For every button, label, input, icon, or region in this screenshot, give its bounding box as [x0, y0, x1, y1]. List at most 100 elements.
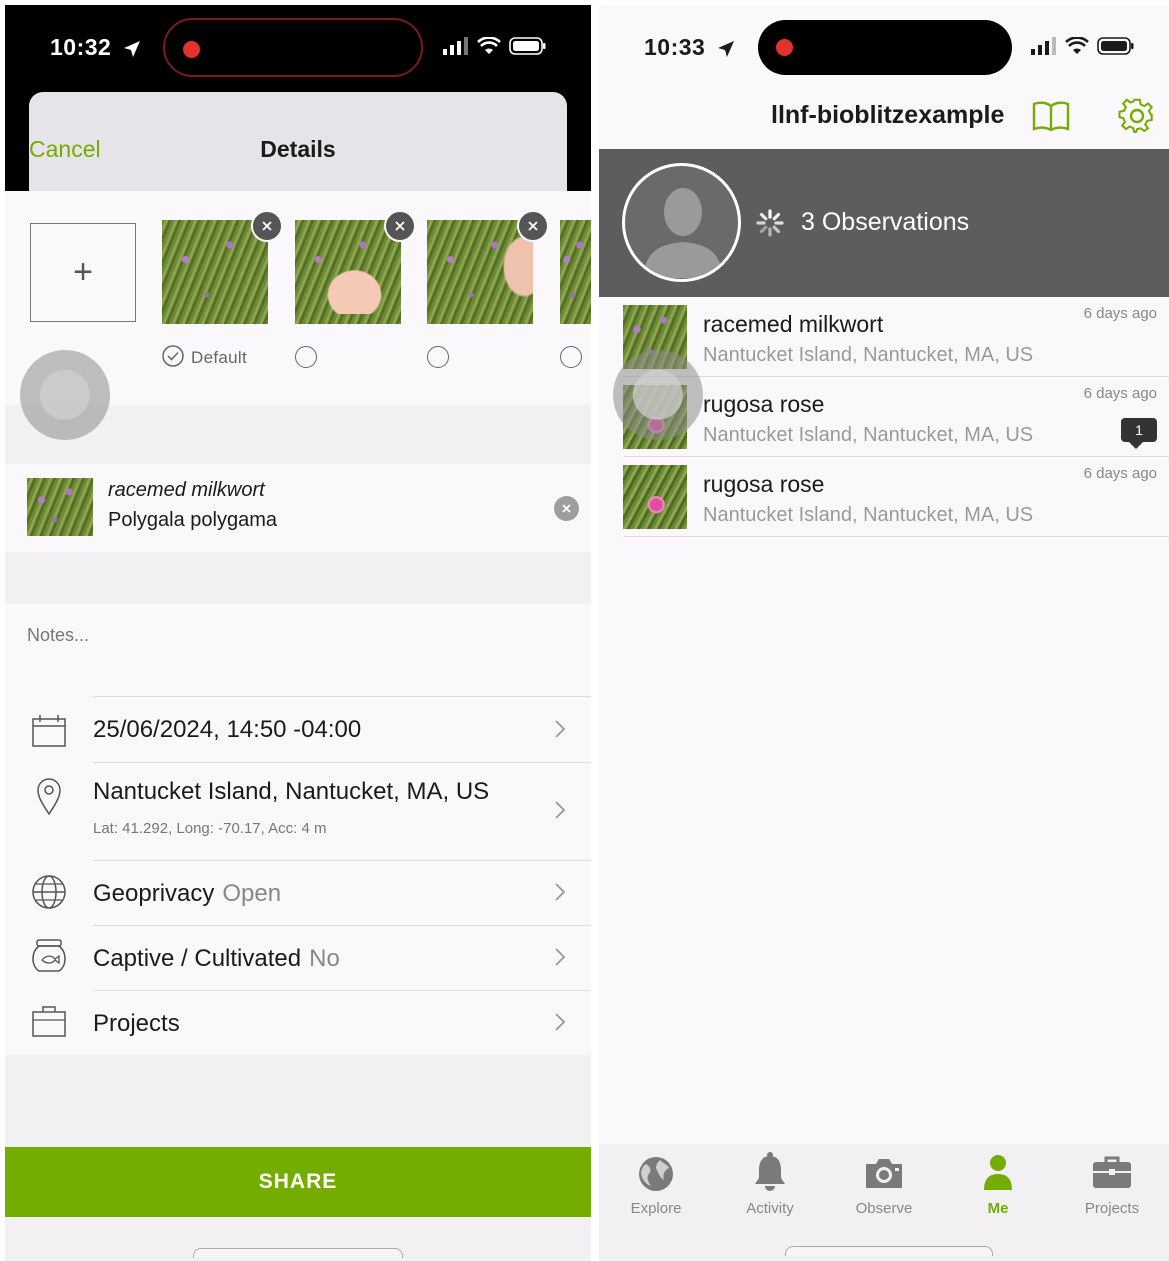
battery-icon: [1097, 37, 1134, 55]
calendar-icon: [32, 715, 66, 747]
tab-activity[interactable]: Activity: [713, 1150, 827, 1217]
camera-icon: [866, 1159, 902, 1188]
section-gap: [5, 552, 591, 604]
remove-photo-button[interactable]: [251, 210, 283, 242]
chevron-right-icon: [555, 801, 566, 819]
battery-icon: [509, 37, 546, 55]
system-icons: [1031, 37, 1135, 55]
photo-thumbnail[interactable]: [295, 220, 401, 324]
checkmark-circle-icon[interactable]: [162, 345, 184, 367]
chevron-right-icon: [555, 720, 566, 738]
taxon-common-name: racemed milkwort: [108, 479, 265, 501]
default-radio-button[interactable]: [560, 346, 582, 368]
signal-icon: [1031, 37, 1056, 55]
observation-time: 6 days ago: [1083, 305, 1157, 322]
fishbowl-icon: [32, 939, 66, 972]
geoprivacy-label-text: Geoprivacy: [93, 880, 215, 907]
dynamic-island: [758, 20, 1012, 75]
location-arrow-icon: [124, 40, 141, 57]
tab-label: Activity: [746, 1200, 794, 1217]
date-value: 25/06/2024, 14:50 -04:00: [93, 716, 362, 743]
default-photo-label: Default: [191, 348, 247, 367]
system-icons: [443, 37, 547, 55]
observation-count: 3 Observations: [801, 208, 970, 236]
observation-time: 6 days ago: [1083, 465, 1157, 482]
photo-thumbnail[interactable]: [427, 220, 533, 324]
person-silhouette-icon: [643, 188, 723, 278]
projects-row[interactable]: Projects: [5, 990, 591, 1055]
observation-name: rugosa rose: [703, 471, 825, 497]
observation-name: rugosa rose: [703, 391, 825, 417]
clear-taxon-button[interactable]: [554, 496, 579, 521]
person-icon: [984, 1155, 1012, 1190]
geoprivacy-row[interactable]: Geoprivacy Open: [5, 860, 591, 925]
photo-thumbnail[interactable]: [162, 220, 268, 324]
touch-indicator: [20, 350, 110, 440]
username-title: llnf-bioblitzexample: [771, 101, 1005, 129]
divider: [93, 762, 591, 763]
date-row[interactable]: 25/06/2024, 14:50 -04:00: [5, 696, 591, 762]
tab-observe[interactable]: Observe: [827, 1150, 941, 1217]
tab-explore[interactable]: Explore: [599, 1150, 713, 1217]
close-icon: [262, 221, 272, 231]
observation-row[interactable]: rugosa rose Nantucket Island, Nantucket,…: [599, 457, 1169, 537]
tab-label: Explore: [630, 1200, 682, 1217]
divider: [93, 990, 591, 991]
observation-time: 6 days ago: [1083, 385, 1157, 402]
divider: [93, 696, 591, 697]
wifi-icon: [1065, 37, 1089, 54]
default-radio-button[interactable]: [427, 346, 449, 368]
captive-label: Captive / Cultivated No: [93, 945, 340, 973]
tab-bar: Explore Activity Observe Me Projects: [599, 1144, 1169, 1261]
gear-icon[interactable]: [1118, 97, 1156, 135]
briefcase-icon: [1093, 1156, 1131, 1188]
default-radio-button[interactable]: [295, 346, 317, 368]
signal-icon: [443, 37, 468, 55]
divider: [93, 925, 591, 926]
taxon-thumbnail: [27, 478, 93, 536]
plus-icon: +: [73, 253, 93, 291]
observation-place: Nantucket Island, Nantucket, MA, US: [703, 504, 1034, 526]
home-indicator: [785, 1246, 993, 1256]
me-screen: 10:33 llnf-bioblitzexample 3 Observation…: [599, 5, 1169, 1261]
remove-photo-button[interactable]: [517, 210, 549, 242]
tab-me[interactable]: Me: [941, 1150, 1055, 1217]
tab-projects[interactable]: Projects: [1055, 1150, 1169, 1217]
home-indicator: [193, 1248, 403, 1258]
taxon-row[interactable]: racemed milkwort Polygala polygama: [5, 464, 591, 552]
sheet-header: Details Cancel: [29, 92, 567, 192]
avatar[interactable]: [622, 163, 741, 282]
hand-shape: [322, 265, 387, 314]
globe-icon: [32, 875, 66, 909]
close-icon: [528, 221, 538, 231]
location-name: Nantucket Island, Nantucket, MA, US: [93, 778, 490, 805]
status-bar: 10:32 Details Cancel: [5, 5, 591, 192]
tab-label: Me: [987, 1200, 1009, 1217]
notes-input[interactable]: Notes...: [27, 625, 89, 646]
book-icon[interactable]: [1032, 100, 1070, 132]
tab-label: Projects: [1084, 1200, 1140, 1217]
geoprivacy-value: Open: [222, 880, 282, 907]
photo-image: [560, 220, 591, 324]
remove-photo-button[interactable]: [384, 210, 416, 242]
observation-details-screen: 10:32 Details Cancel + Default racemed m…: [5, 5, 591, 1261]
tab-label: Observe: [855, 1200, 913, 1217]
recording-indicator: [776, 39, 793, 56]
location-row[interactable]: Nantucket Island, Nantucket, MA, US Lat:…: [5, 762, 591, 860]
observation-thumbnail: [623, 465, 687, 529]
share-button[interactable]: SHARE: [5, 1147, 591, 1217]
captive-row[interactable]: Captive / Cultivated No: [5, 925, 591, 990]
globe-icon: [639, 1157, 673, 1191]
bell-icon: [755, 1152, 785, 1191]
photo-image: [162, 220, 268, 324]
cancel-button[interactable]: Cancel: [29, 136, 101, 163]
status-time-text: 10:32: [50, 34, 112, 60]
details-title: Details: [260, 136, 336, 162]
briefcase-icon: [32, 1006, 66, 1037]
status-time: 10:33: [644, 34, 736, 61]
photo-thumbnail[interactable]: [560, 220, 591, 324]
observation-place: Nantucket Island, Nantucket, MA, US: [703, 424, 1034, 446]
taxon-scientific-name: Polygala polygama: [108, 509, 277, 531]
add-photo-button[interactable]: +: [30, 223, 136, 322]
profile-header: 3 Observations: [599, 149, 1169, 297]
